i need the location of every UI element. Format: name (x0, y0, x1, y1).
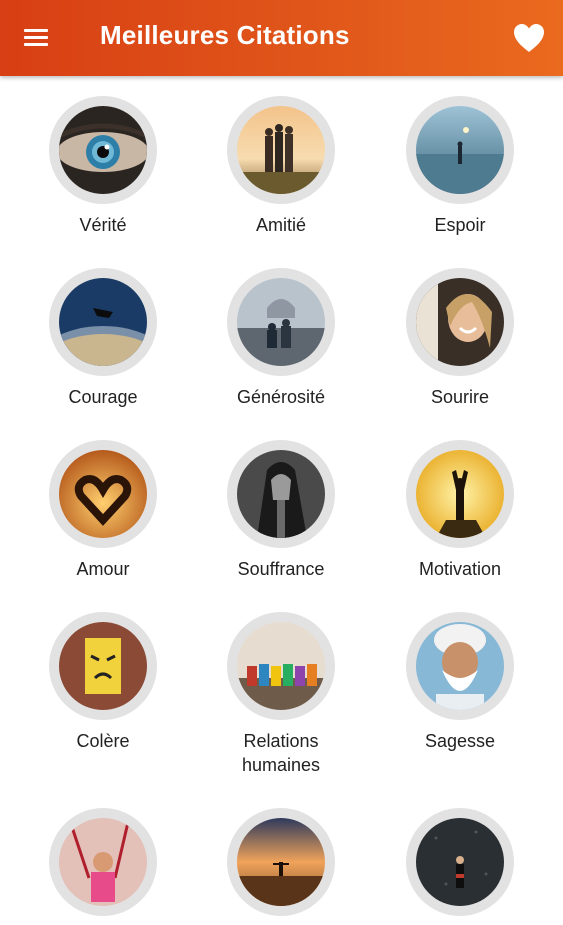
category-item-amour[interactable]: Amour (23, 440, 183, 581)
suffering-photo (237, 450, 325, 538)
hamburger-menu-icon[interactable] (20, 24, 56, 54)
category-item-relations-humaines[interactable]: Relations humaines (201, 612, 361, 777)
category-item-amitie[interactable]: Amitié (201, 96, 361, 237)
group-photo (237, 622, 325, 710)
category-label: Souffrance (237, 559, 325, 579)
category-thumbnail-ring (49, 96, 157, 204)
category-item-espoir[interactable]: Espoir (380, 96, 540, 237)
heart-hands-photo (59, 450, 147, 538)
menu-line (24, 43, 48, 46)
category-thumbnail-ring (406, 440, 514, 548)
menu-line (24, 29, 48, 32)
category-item-sagesse[interactable]: Sagesse (380, 612, 540, 753)
wise-man-photo (416, 622, 504, 710)
category-item[interactable] (380, 808, 540, 925)
dark-figure-photo (416, 818, 504, 906)
category-label: Sagesse (424, 731, 496, 751)
category-label: Amitié (255, 215, 306, 235)
category-label: Vérité (79, 215, 127, 235)
heart-icon[interactable] (512, 22, 546, 54)
category-label: Courage (68, 387, 138, 407)
category-label: Espoir (434, 215, 486, 235)
app-bar: Meilleures Citations (0, 0, 563, 76)
category-thumbnail-ring (406, 268, 514, 376)
category-thumbnail-ring (49, 440, 157, 548)
category-item-souffrance[interactable]: Souffrance (201, 440, 361, 581)
skydive-photo (59, 278, 147, 366)
category-label: Relations humaines (241, 731, 321, 775)
eye-photo (59, 106, 147, 194)
category-label: Colère (76, 731, 130, 751)
category-item-motivation[interactable]: Motivation (380, 440, 540, 581)
category-item-colere[interactable]: Colère (23, 612, 183, 753)
category-item[interactable] (201, 808, 361, 925)
hope-sea-photo (416, 106, 504, 194)
motivation-photo (416, 450, 504, 538)
category-item-sourire[interactable]: Sourire (380, 268, 540, 409)
sunset-figure-photo (237, 818, 325, 906)
child-photo (59, 818, 147, 906)
anger-photo (59, 622, 147, 710)
smiling-woman-photo (416, 278, 504, 366)
category-item-courage[interactable]: Courage (23, 268, 183, 409)
category-label: Générosité (236, 387, 326, 407)
category-item[interactable] (23, 808, 183, 925)
category-label: Amour (76, 559, 130, 579)
category-item-verite[interactable]: Vérité (23, 96, 183, 237)
category-item-generosite[interactable]: Générosité (201, 268, 361, 409)
generosity-photo (237, 278, 325, 366)
category-label: Sourire (430, 387, 490, 407)
category-thumbnail-ring (227, 96, 335, 204)
category-thumbnail-ring (227, 612, 335, 720)
category-thumbnail-ring (406, 96, 514, 204)
category-thumbnail-ring (49, 612, 157, 720)
menu-line (24, 36, 48, 39)
page-title: Meilleures Citations (100, 20, 350, 50)
category-grid: Vérité Amitié Espoir Courage Générosité … (0, 76, 563, 916)
friends-photo (237, 106, 325, 194)
category-thumbnail-ring (49, 268, 157, 376)
category-thumbnail-ring (406, 612, 514, 720)
category-thumbnail-ring (227, 268, 335, 376)
category-label: Motivation (418, 559, 502, 579)
category-thumbnail-ring (227, 440, 335, 548)
